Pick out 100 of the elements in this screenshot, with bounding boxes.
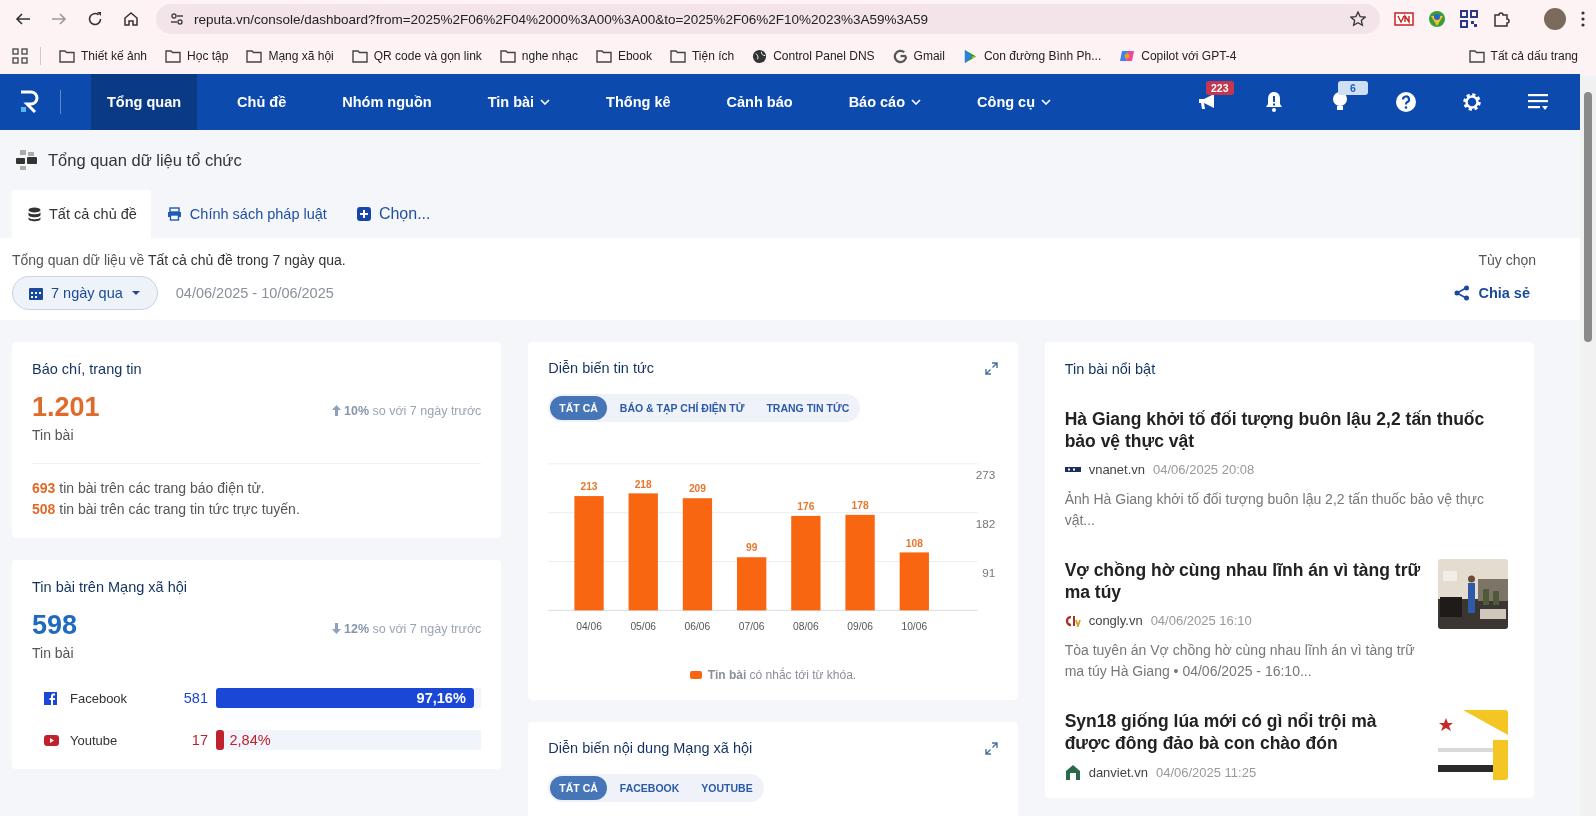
breakdown-line: 508 tin bài trên các trang tin tức trực tuyến. [32, 500, 301, 519]
tab[interactable]: Chọn... [340, 190, 445, 238]
options-link[interactable]: Tùy chọn [1448, 252, 1536, 268]
share-icon [1454, 285, 1471, 301]
article-time: 04/06/2025 20:08 [1153, 462, 1255, 477]
bar [900, 552, 930, 611]
filter-tab[interactable]: TẤT CẢ [550, 396, 607, 420]
nav-item[interactable]: Công cụ [961, 74, 1068, 130]
nav-item[interactable]: Cảnh báo [710, 74, 809, 130]
bookmark[interactable]: Ebook [589, 45, 658, 67]
folder-icon [351, 49, 368, 63]
article-time: 04/06/2025 16:10 [1150, 613, 1252, 628]
card-title: Tin bài nổi bật [1064, 361, 1156, 377]
bookmark[interactable]: Mạng xã hội [240, 45, 340, 67]
printer-icon [166, 207, 182, 221]
total-count: 1.201 [32, 392, 100, 423]
calendar-icon [29, 286, 43, 300]
folder-icon [1468, 49, 1485, 63]
more-icon[interactable] [1580, 10, 1586, 28]
bookmark[interactable]: Copilot với GPT-4 [1113, 44, 1243, 68]
tab[interactable]: Tất cả chủ đề [12, 190, 151, 238]
article-title[interactable]: Vợ chồng hờ cùng nhau lĩnh án vì tàng trữ ma túy [1064, 559, 1424, 603]
folder-icon [165, 49, 182, 63]
article-title[interactable]: Hà Giang khởi tố đối tượng buôn lậu 2,2 tấn thuốc bảo vệ thực vật [1064, 408, 1514, 452]
toolbar-button[interactable]: 6 [1308, 79, 1372, 125]
x-tick-label: 08/06 [793, 620, 820, 632]
bookmark[interactable]: Gmail [886, 44, 951, 68]
site-settings-icon[interactable] [170, 12, 184, 26]
change-text: 10% so với 7 ngày trước [344, 403, 482, 418]
article-source: danviet.vn [1088, 764, 1148, 780]
card-title: Diễn biến tin tức [548, 360, 654, 376]
total-label: Tin bài [32, 427, 75, 443]
copilot-icon [1119, 48, 1136, 64]
filter-tab[interactable]: BÁO & TẠP CHÍ ĐIỆN TỬ [610, 396, 754, 420]
expand-icon[interactable] [984, 361, 998, 375]
nav-item[interactable]: Tin bài [471, 74, 567, 130]
share-button[interactable]: Chia sẻ [1448, 284, 1536, 302]
tab[interactable]: Chính sách pháp luật [150, 190, 341, 238]
bookmark[interactable]: Thiết kế ảnh [53, 45, 154, 67]
summary-text: Tổng quan dữ liệu về Tất cả chủ đề trong 7 ngày qua. [12, 252, 347, 268]
period-dropdown[interactable]: 7 ngày qua [12, 276, 158, 310]
nav-item[interactable]: Nhóm nguồn [326, 74, 448, 130]
lightbulb-icon [1331, 91, 1349, 113]
folder-icon [59, 49, 75, 63]
card-title: Tin bài trên Mạng xã hội [32, 579, 188, 595]
x-tick-label: 04/06 [576, 620, 603, 632]
bookmark[interactable]: Control Panel DNS [746, 44, 881, 68]
nav-item[interactable]: Tổng quan [91, 74, 198, 130]
expand-icon[interactable] [984, 741, 998, 755]
profile-avatar[interactable] [1544, 8, 1566, 30]
article-excerpt: Tòa tuyên án Vợ chồng hờ cùng nhau lĩnh án vì tàng trữ ma túy Hà Giang • 04/06/2025 - 16:10... [1064, 641, 1416, 681]
bookmark[interactable]: Con đường Bình Ph... [956, 44, 1108, 68]
extension-icon[interactable] [1394, 11, 1414, 27]
legend-label: Tin bài có nhắc tới từ khóa. [707, 668, 857, 682]
count-badge: 223 [1206, 81, 1234, 95]
folder-icon [246, 49, 263, 63]
scrollbar[interactable] [1580, 76, 1596, 816]
help-icon [1395, 91, 1417, 113]
all-bookmarks[interactable]: Tất cả dấu trang [1462, 45, 1584, 67]
data-label: 108 [906, 537, 924, 549]
source-logo-icon [1064, 467, 1081, 472]
filter-tab[interactable]: TẤT CẢ [550, 776, 607, 800]
nav-item[interactable]: Thống kê [590, 74, 687, 130]
nav-item[interactable]: Chủ đề [221, 74, 303, 130]
caret-icon [540, 99, 551, 105]
percent-label: 97,16% [416, 690, 467, 706]
toolbar-button[interactable]: 223 [1176, 79, 1240, 125]
article-time: 04/06/2025 11:25 [1155, 764, 1257, 780]
date-range: 04/06/2025 - 10/06/2025 [175, 285, 334, 301]
logo-icon[interactable] [19, 90, 41, 114]
article-source: vnanet.vn [1088, 462, 1146, 477]
source-logo-icon [1064, 614, 1081, 627]
nav-item[interactable]: Báo cáo [832, 74, 938, 130]
address-bar[interactable]: reputa.vn/console/dashboard?from=2025%2F06%2F04%2000%3A00%3A00&to=2025%2F06%2F10%2023%3A59%3A59 [156, 4, 1380, 34]
bookmark[interactable]: QR code và gọn link [345, 45, 488, 67]
apps-icon[interactable] [12, 48, 28, 64]
legend-swatch [689, 671, 702, 679]
caret-icon [1041, 99, 1052, 105]
total-label: Tin bài [32, 645, 75, 661]
bookmark-star-icon[interactable] [1350, 11, 1366, 27]
bar [737, 557, 767, 611]
bookmark[interactable]: nghe nhạc [493, 45, 584, 67]
filter-tab[interactable]: FACEBOOK [610, 776, 689, 800]
extension-icon[interactable] [1428, 10, 1446, 28]
article-title[interactable]: Syn18 giống lúa mới có gì nổi trội mà được đông đảo bà con chào đón [1064, 710, 1424, 754]
bookmark[interactable]: Tiện ích [663, 45, 741, 67]
data-label: 176 [797, 501, 815, 513]
settings-icon [1461, 91, 1483, 113]
puzzle-icon[interactable] [1492, 10, 1510, 28]
y-tick-label: 91 [982, 566, 996, 580]
filter-tab[interactable]: TRANG TIN TỨC [757, 396, 859, 420]
card-title: Báo chí, trang tin [32, 361, 142, 377]
filter-tab[interactable]: YOUTUBE [692, 776, 762, 800]
dashboard-icon [16, 150, 38, 170]
breakdown-line: 693 tin bài trên các trang báo điện tử. [32, 479, 266, 498]
qr-code-icon[interactable] [1460, 10, 1478, 28]
x-tick-label: 06/06 [684, 620, 711, 632]
folder-icon [595, 49, 612, 63]
bookmark[interactable]: Học tập [159, 45, 235, 67]
percent-label: 2,84% [228, 732, 271, 748]
